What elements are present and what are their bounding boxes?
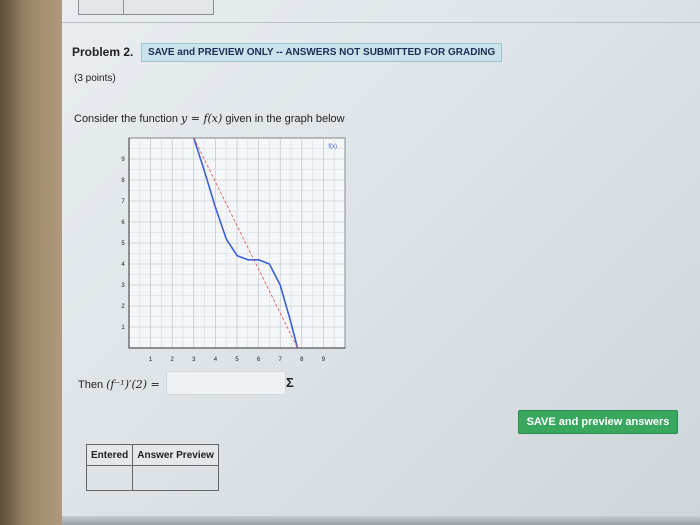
screen-bezel-bottom	[62, 516, 700, 525]
sigma-icon[interactable]: Σ	[286, 375, 294, 390]
y-tick-label: 6	[121, 220, 125, 226]
x-tick-label: 2	[171, 357, 175, 363]
y-tick-label: 7	[121, 199, 125, 205]
x-tick-label: 4	[214, 357, 218, 363]
answer-preview-cell	[132, 465, 219, 491]
problem-prompt: Consider the function y = f(x) given in …	[74, 112, 345, 125]
entered-cell	[85, 465, 134, 491]
answer-preview-table: Entered Answer Preview	[85, 444, 219, 491]
x-tick-label: 8	[300, 357, 304, 363]
preview-only-banner: SAVE and PREVIEW ONLY -- ANSWERS NOT SUB…	[141, 43, 503, 62]
problem-title: Problem 2.	[72, 45, 134, 59]
answer-input[interactable]	[166, 371, 286, 395]
x-tick-label: 6	[257, 357, 261, 363]
problem-page: Problem 2. SAVE and PREVIEW ONLY -- ANSW…	[62, 0, 700, 525]
y-tick-label: 2	[121, 304, 125, 310]
graph-svg: 1 2 3 4 5 6 7 8 9 1 2 3 4 5 6 7 8 9 f(x)	[121, 137, 346, 363]
table-header-row: Entered Answer Preview	[85, 444, 219, 466]
graph-legend: f(x)	[328, 144, 337, 150]
separator	[62, 22, 700, 23]
x-tick-label: 9	[322, 357, 326, 363]
answer-preview-header: Answer Preview	[132, 444, 219, 466]
entered-header: Entered	[85, 444, 134, 466]
y-tick-label: 4	[121, 262, 125, 268]
points-label: (3 points)	[74, 73, 116, 84]
answer-prompt: Then (f⁻¹)′(2) =	[78, 378, 160, 391]
save-preview-button[interactable]: SAVE and preview answers	[518, 410, 678, 434]
y-tick-label: 8	[121, 178, 125, 184]
y-tick-label: 5	[121, 241, 125, 247]
x-tick-label: 5	[235, 357, 239, 363]
x-tick-label: 1	[149, 357, 153, 363]
x-tick-label: 3	[192, 357, 196, 363]
previous-table-remnant	[78, 0, 214, 15]
x-tick-label: 7	[279, 357, 283, 363]
y-tick-label: 3	[121, 283, 125, 289]
table-row	[85, 465, 219, 491]
background-left	[0, 0, 66, 525]
y-tick-label: 1	[121, 325, 125, 331]
function-notation: y = f(x)	[181, 112, 223, 125]
y-tick-label: 9	[121, 157, 125, 163]
function-graph: 1 2 3 4 5 6 7 8 9 1 2 3 4 5 6 7 8 9 f(x)	[117, 132, 350, 369]
